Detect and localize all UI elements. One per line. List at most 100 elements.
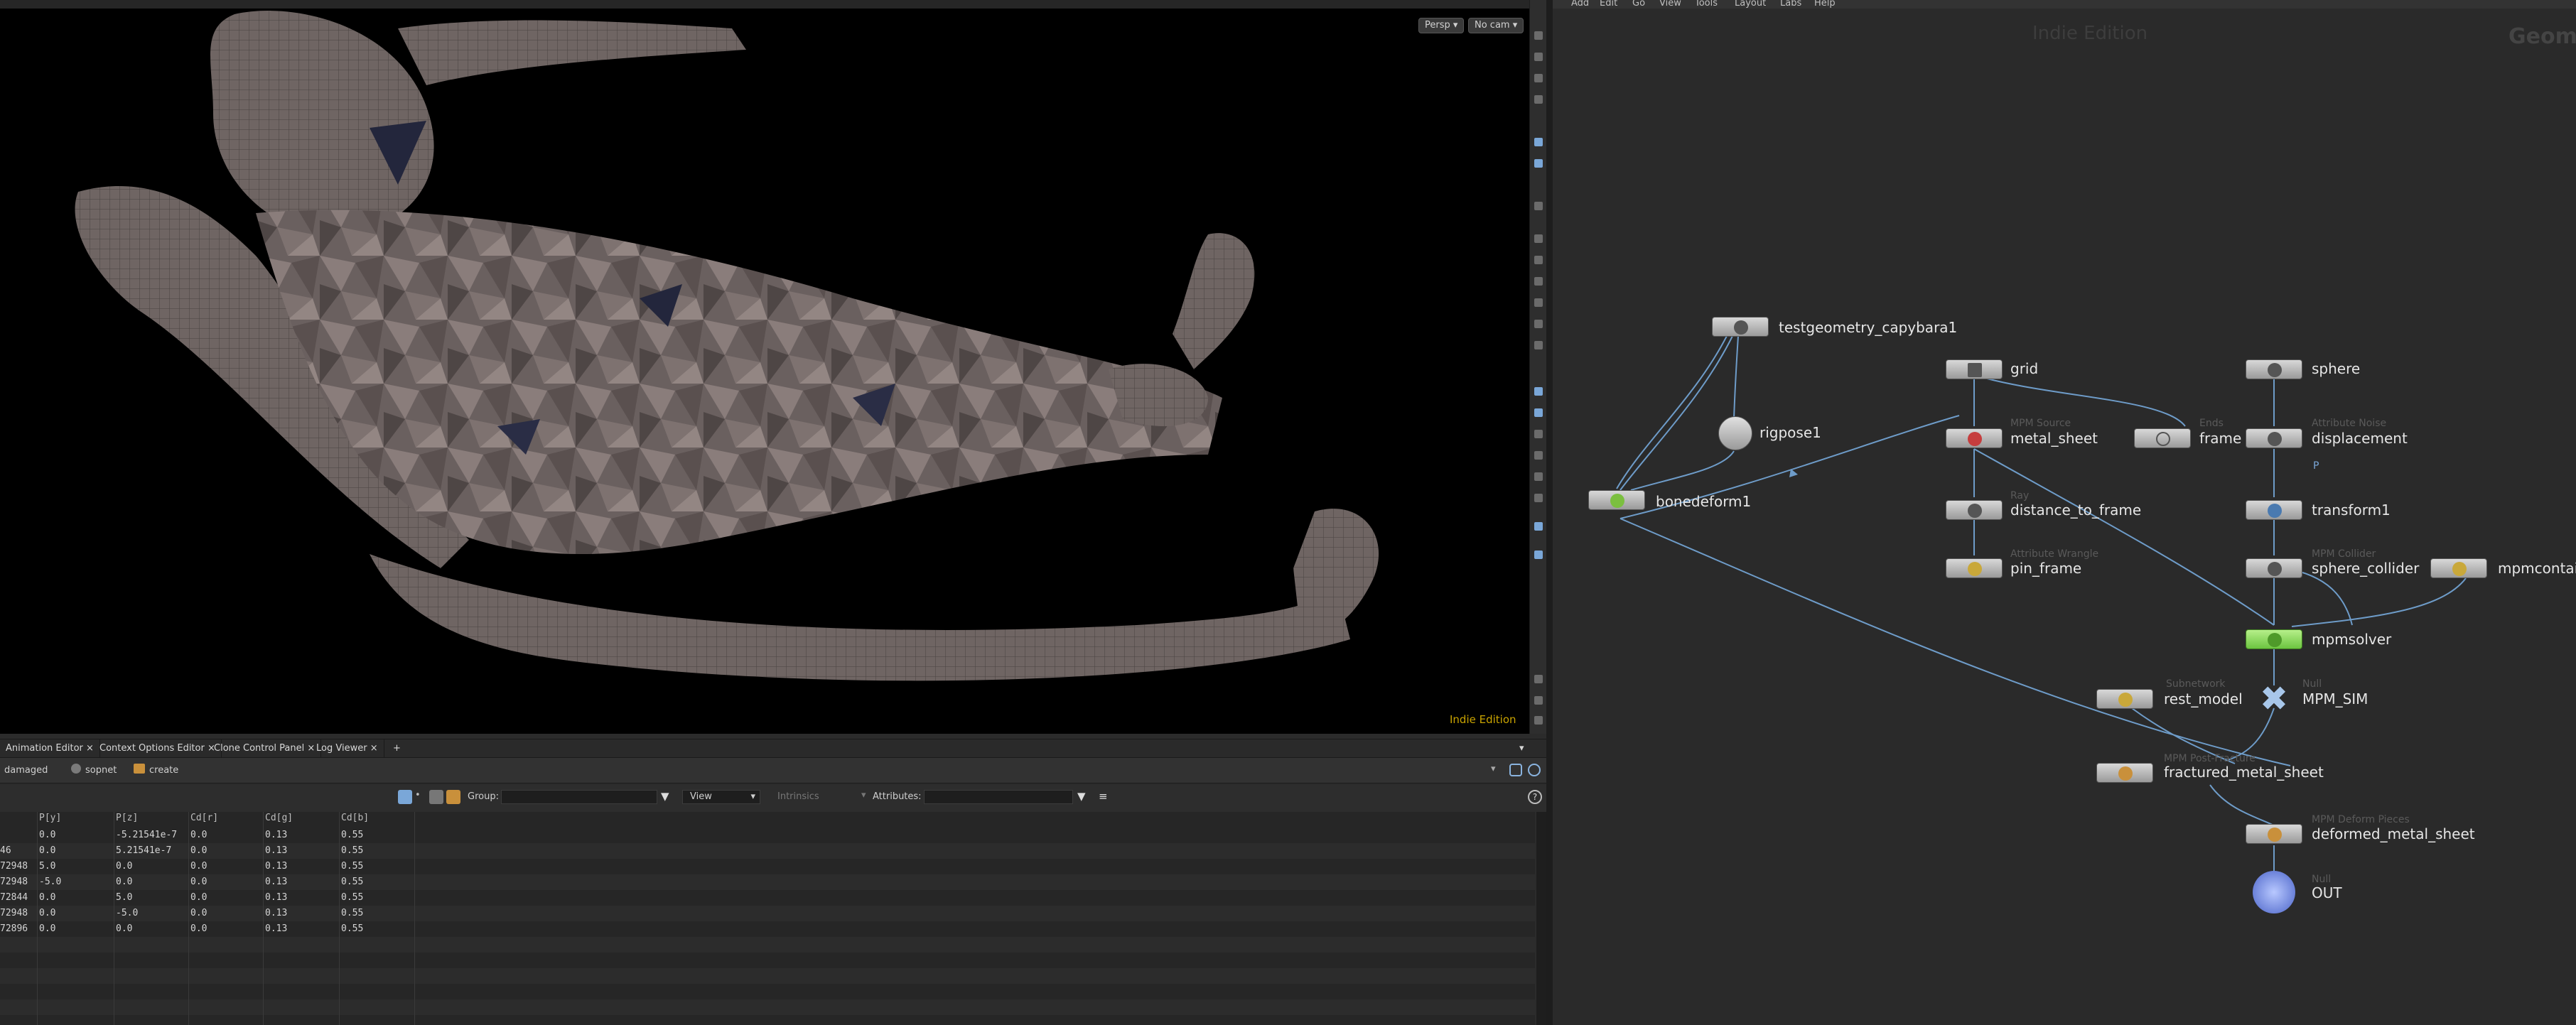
node-grid[interactable]: [1946, 359, 2003, 379]
column-divider[interactable]: [188, 812, 189, 1025]
detail-mode-icon[interactable]: [446, 790, 460, 804]
intrinsics-dropdown-icon[interactable]: ▾: [861, 790, 866, 801]
pane-divider[interactable]: [1546, 0, 1553, 1025]
primitive-icon[interactable]: [1534, 277, 1543, 286]
close-icon[interactable]: ×: [86, 743, 94, 754]
node-label[interactable]: OUT: [2312, 884, 2342, 901]
node-label[interactable]: sphere: [2312, 360, 2360, 377]
node-label[interactable]: testgeometry_capybara1: [1779, 319, 1957, 336]
node-label[interactable]: MPM_SIM: [2302, 690, 2368, 707]
tab-context-options-editor[interactable]: Context Options Editor ×: [94, 739, 222, 758]
node-label[interactable]: rest_model: [2164, 690, 2243, 707]
node-label[interactable]: transform1: [2312, 501, 2391, 519]
background-icon[interactable]: [1534, 408, 1543, 417]
layout-icon[interactable]: [1534, 696, 1543, 705]
node-label[interactable]: pin_frame: [2010, 560, 2081, 577]
tab-animation-editor[interactable]: Animation Editor ×: [0, 739, 100, 758]
table-row[interactable]: 46 0.0 5.21541e-7 0.0 0.13 0.55: [0, 843, 1535, 859]
node-label[interactable]: deformed_metal_sheet: [2312, 825, 2475, 842]
vertex-icon[interactable]: [1534, 298, 1543, 307]
attribute-filter-icon[interactable]: ▼: [1077, 790, 1090, 804]
view-select[interactable]: View ▾: [682, 790, 760, 804]
vertical-scrollbar[interactable]: [1536, 812, 1546, 1025]
column-divider[interactable]: [263, 812, 264, 1025]
node-label[interactable]: fractured_metal_sheet: [2164, 764, 2324, 781]
visualizer-icon[interactable]: [1534, 387, 1543, 396]
close-icon[interactable]: ×: [370, 743, 378, 754]
node-label[interactable]: rigpose1: [1759, 424, 1821, 441]
path-dropdown-icon[interactable]: ▾: [1491, 764, 1498, 778]
normal-icon[interactable]: [1534, 320, 1543, 328]
attributes-input[interactable]: [924, 790, 1073, 804]
node-rest-model[interactable]: [2096, 689, 2153, 709]
node-mpmsolver[interactable]: [2246, 629, 2302, 649]
node-label[interactable]: sphere_collider: [2312, 560, 2419, 577]
info-icon[interactable]: [1534, 675, 1543, 683]
column-divider[interactable]: [37, 812, 38, 1025]
view-menu-button[interactable]: Persp ▾: [1418, 18, 1465, 33]
table-row[interactable]: 72948 -5.0 0.0 0.0 0.13 0.55: [0, 874, 1535, 890]
primitives-mode-icon[interactable]: [429, 790, 443, 804]
node-frame[interactable]: [2134, 428, 2191, 448]
node-metal-sheet[interactable]: [1946, 428, 2003, 448]
column-header[interactable]: P[z]: [116, 812, 138, 825]
screenshot-icon[interactable]: [1534, 716, 1543, 725]
light-link-icon[interactable]: [1534, 551, 1543, 559]
uv-icon[interactable]: [1534, 341, 1543, 349]
display-options-icon[interactable]: [1534, 31, 1543, 40]
node-label[interactable]: displacement: [2312, 430, 2408, 447]
node-deformed-metal-sheet[interactable]: [2246, 824, 2302, 844]
node-mpm-sim[interactable]: ✖: [2253, 682, 2295, 716]
node-label[interactable]: distance_to_frame: [2010, 501, 2141, 519]
node-label[interactable]: mpmcontain: [2498, 560, 2576, 577]
point-icon[interactable]: [1534, 234, 1543, 243]
node-distance-to-frame[interactable]: [1946, 500, 2003, 520]
node-out[interactable]: [2253, 871, 2295, 913]
camera-menu-button[interactable]: No cam ▾: [1468, 18, 1524, 33]
node-fractured-metal-sheet[interactable]: [2096, 763, 2153, 783]
node-label[interactable]: mpmsolver: [2312, 631, 2391, 648]
node-label[interactable]: frame: [2199, 430, 2241, 447]
network-editor[interactable]: Add Edit Go View Tools Layout Labs Help …: [1553, 0, 2576, 1025]
tab-log-viewer[interactable]: Log Viewer ×: [311, 739, 384, 758]
node-label[interactable]: metal_sheet: [2010, 430, 2098, 447]
tab-clone-control-panel[interactable]: Clone Control Panel ×: [208, 739, 322, 758]
lock-icon[interactable]: [1534, 74, 1543, 82]
render-icon[interactable]: [1534, 494, 1543, 502]
help-icon[interactable]: ?: [1528, 790, 1542, 804]
table-row[interactable]: 0.0 -5.21541e-7 0.0 0.13 0.55: [0, 828, 1535, 843]
safe-area-icon[interactable]: [1534, 472, 1543, 481]
vertices-mode-icon[interactable]: •: [415, 790, 425, 804]
node-bonedeform[interactable]: [1588, 490, 1645, 510]
group-input[interactable]: [501, 790, 657, 804]
link-pane-icon[interactable]: [1528, 764, 1541, 776]
pin-pane-icon[interactable]: [1509, 764, 1522, 776]
node-label[interactable]: bonedeform1: [1656, 493, 1751, 510]
points-mode-icon[interactable]: [398, 790, 412, 804]
ghost-icon[interactable]: [1534, 53, 1543, 61]
table-row[interactable]: 72896 0.0 0.0 0.0 0.13 0.55: [0, 921, 1535, 937]
column-header[interactable]: Cd[g]: [265, 812, 293, 825]
camera-icon[interactable]: [1534, 430, 1543, 438]
pane-menu-icon[interactable]: ▾: [1514, 739, 1530, 758]
table-row[interactable]: 72948 5.0 0.0 0.0 0.13 0.55: [0, 859, 1535, 874]
node-pin-frame[interactable]: [1946, 558, 2003, 578]
column-header[interactable]: Cd[b]: [341, 812, 369, 825]
scene-viewport[interactable]: Persp ▾ No cam ▾ Indie Edition: [0, 0, 1529, 734]
node-displacement[interactable]: [2246, 428, 2302, 448]
column-header[interactable]: Cd[r]: [190, 812, 218, 825]
column-divider[interactable]: [339, 812, 340, 1025]
node-sphere-collider[interactable]: [2246, 558, 2302, 578]
wireframe-icon[interactable]: [1534, 159, 1543, 168]
filter-icon[interactable]: ▼: [661, 790, 674, 804]
add-tab-button[interactable]: +: [387, 739, 406, 758]
breadcrumb-2[interactable]: create: [149, 764, 178, 777]
table-row[interactable]: 72948 0.0 -5.0 0.0 0.13 0.55: [0, 906, 1535, 921]
breadcrumb-0[interactable]: damaged: [4, 764, 48, 777]
table-row[interactable]: 72844 0.0 5.0 0.0 0.13 0.55: [0, 890, 1535, 906]
node-transform[interactable]: [2246, 500, 2302, 520]
intrinsics-select[interactable]: Intrinsics: [777, 790, 819, 804]
pin-icon[interactable]: [1534, 95, 1543, 104]
node-rigpose[interactable]: [1718, 416, 1752, 450]
edge-icon[interactable]: [1534, 256, 1543, 264]
